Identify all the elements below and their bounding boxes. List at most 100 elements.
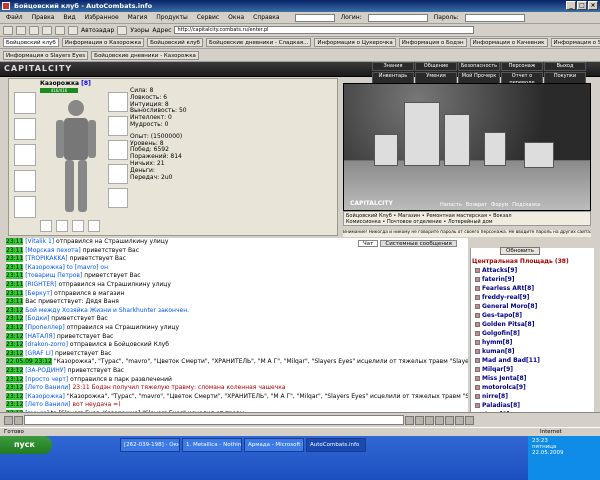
menu-item-magic[interactable]: Магия <box>125 14 151 21</box>
chat-time[interactable]: 23:12 <box>6 392 24 400</box>
player-name[interactable]: freddy-real[9] <box>482 293 529 302</box>
player-name[interactable]: Miss Jenta[8] <box>482 374 526 383</box>
chat-nick[interactable]: [TROPIKAKKA] <box>25 255 67 262</box>
chat-line[interactable]: 23:12 [Бодки] приветствует Вас <box>6 315 468 324</box>
player-entry[interactable]: Fearless ARt[8] <box>471 284 594 293</box>
minimize-button[interactable]: _ <box>566 1 576 10</box>
chat-time[interactable]: 23:12 <box>6 384 24 392</box>
menu-item-products[interactable]: Продукты <box>153 14 191 21</box>
chat-line[interactable]: 23:12 [ЗА-РОДИНУ] приветствует Вас <box>6 366 468 376</box>
player-name[interactable]: Attacks[9] <box>482 266 517 275</box>
chat-time[interactable]: 22.05.09 23:12 <box>6 358 52 366</box>
autofill-button[interactable]: Автозадар <box>81 27 114 34</box>
player-name[interactable]: General Moro[8] <box>482 302 537 311</box>
stop-button[interactable] <box>29 25 39 35</box>
slot-earrings[interactable] <box>108 92 128 112</box>
return-button[interactable]: Возврат <box>466 202 487 208</box>
chat-time[interactable]: 23:11 <box>6 246 24 254</box>
chat-nick[interactable]: [Казорожка] <box>25 393 65 400</box>
chat-nick[interactable]: [Vitalik 1] <box>25 238 54 245</box>
search-field[interactable] <box>294 13 335 22</box>
chat-nick[interactable]: [RIGHTER] <box>25 281 56 288</box>
tab-info-slayers-2[interactable]: Информация о Slayers Eyes <box>3 50 89 60</box>
chat-time[interactable]: 23:12 <box>6 315 24 323</box>
chat-log[interactable]: 23:11 [Vitalik 1] отправился на Страшилк… <box>6 238 468 412</box>
chat-time[interactable]: 23:11 <box>6 280 24 288</box>
nav-knowledge[interactable]: Знания <box>372 62 414 71</box>
chat-nick[interactable]: [Морская пехота] <box>25 247 80 254</box>
link-post[interactable]: Почтовое отделение <box>387 219 442 225</box>
task-autocombats[interactable]: AutoCombats.info <box>306 438 366 452</box>
hint-button[interactable]: Подсказка <box>512 202 540 208</box>
player-name[interactable]: nirre[8] <box>482 392 508 401</box>
chat-time[interactable]: 23:12 <box>6 332 24 340</box>
chat-line[interactable]: 23:11 Вас приветствует: Дядя Ваня <box>6 298 468 307</box>
slot-potion-4[interactable] <box>88 220 100 232</box>
forum-button[interactable]: Форум <box>491 202 508 208</box>
chat-nick[interactable]: [просто черт] <box>25 376 68 383</box>
menu-item-tools[interactable]: Сервис <box>194 14 222 21</box>
print-button[interactable] <box>117 25 128 35</box>
player-entry[interactable]: nirre[8] <box>471 392 594 401</box>
player-name[interactable]: motorolca[9] <box>482 383 526 392</box>
chat-nick[interactable]: [Бодки] <box>25 315 49 322</box>
task-window-1[interactable]: [262-039-198] - Окн... <box>120 438 180 452</box>
player-entry[interactable]: Golden Pitsa[8] <box>471 320 594 329</box>
city-scene[interactable] <box>343 83 591 211</box>
chat-nick[interactable]: [НАТАЛЯ] <box>25 333 55 340</box>
chat-time[interactable]: 23:11 <box>6 255 24 263</box>
player-entry[interactable]: Miss Jenta[8] <box>471 374 594 383</box>
scroll-icon[interactable] <box>445 415 454 425</box>
chat-time[interactable]: 23:12 <box>6 323 24 331</box>
chat-line[interactable]: 23:12 [Пропеллер] отправился на Страшилк… <box>6 323 468 333</box>
tab-diaries-sweet[interactable]: Бойцовские дневники - Сладкая... <box>205 38 312 47</box>
home-button[interactable] <box>55 25 65 35</box>
forward-button[interactable] <box>16 25 26 35</box>
chat-nick[interactable]: [Казорожка] <box>25 264 65 271</box>
chat-nick[interactable]: [Лето Ванили] <box>25 384 70 391</box>
chat-line[interactable]: 23:11 [товарищ Петров] приветствует Вас <box>6 272 468 281</box>
tab-combats[interactable]: Бойцовский клуб <box>3 38 59 47</box>
attack-button[interactable]: Напасть <box>440 202 462 208</box>
exit-icon[interactable] <box>465 415 474 425</box>
player-entry[interactable]: Ges-tapo[8] <box>471 311 594 320</box>
player-name[interactable]: faterin[9] <box>482 275 515 284</box>
player-name[interactable]: Golgofin[8] <box>482 329 520 338</box>
chat-line[interactable]: 23:12 Бой между Хозяйка Жизни и Sharkhun… <box>6 306 468 316</box>
player-name[interactable]: hymm[8] <box>482 338 512 347</box>
chat-nick[interactable]: [ЗА-РОДИНУ] <box>25 367 65 374</box>
menu-item-file[interactable]: Файл <box>3 14 26 21</box>
link-commission[interactable]: Комиссионка <box>346 219 381 225</box>
player-name[interactable]: kuman[8] <box>482 347 515 356</box>
chat-nick[interactable]: [Пропеллер] <box>25 324 64 331</box>
chat-time[interactable]: 23:11 <box>6 298 24 306</box>
search-tool-button[interactable] <box>68 25 78 35</box>
slot-ring[interactable] <box>108 164 128 184</box>
chat-time[interactable]: 23:12 <box>6 349 24 357</box>
chat-line[interactable]: 23:11 [RIGHTER] отправился на Страшилкин… <box>6 280 468 290</box>
chat-nick[interactable]: [товарищ Петров] <box>25 272 82 279</box>
smiley-icon[interactable] <box>4 415 13 425</box>
menu-item-edit[interactable]: Правка <box>29 14 58 21</box>
chat-line[interactable]: 23:11 [TROPIKAKKA] приветствует Вас <box>6 255 468 264</box>
chat-time[interactable]: 23:11 <box>6 263 24 271</box>
filter-icon[interactable] <box>425 415 434 425</box>
chat-line[interactable]: 23:11 [Беркут] отправился в магазин <box>6 289 468 299</box>
slot-potion-2[interactable] <box>56 220 68 232</box>
character-name[interactable]: Казорожка [8] <box>40 80 91 87</box>
nav-communication[interactable]: Общение <box>415 62 457 71</box>
chat-line[interactable]: 23:12 [Казорожка] "Казорожка", "Турас", … <box>6 392 468 402</box>
translit-icon[interactable] <box>14 415 23 425</box>
address-input[interactable]: http://capitalcity.combats.ru/enter.pl <box>174 26 475 34</box>
chat-line[interactable]: 23:12 [НАТАЛЯ] приветствует Вас <box>6 332 468 342</box>
maximize-button[interactable]: □ <box>577 1 587 10</box>
chat-time[interactable]: 23:12 <box>6 375 24 383</box>
chat-line[interactable]: 23:12 [просто черт] отправился в парк ра… <box>6 375 468 385</box>
player-name[interactable]: Paladias[8] <box>482 401 520 410</box>
menu-item-windows[interactable]: Окна <box>225 14 247 21</box>
tab-chat[interactable]: Чат <box>358 240 379 247</box>
chat-time[interactable]: 23:11 <box>6 238 24 245</box>
tab-info-boden[interactable]: Информация о Бодэн <box>398 38 467 47</box>
slot-gloves[interactable] <box>108 116 128 136</box>
player-entry[interactable]: Milqar[9] <box>471 365 594 374</box>
